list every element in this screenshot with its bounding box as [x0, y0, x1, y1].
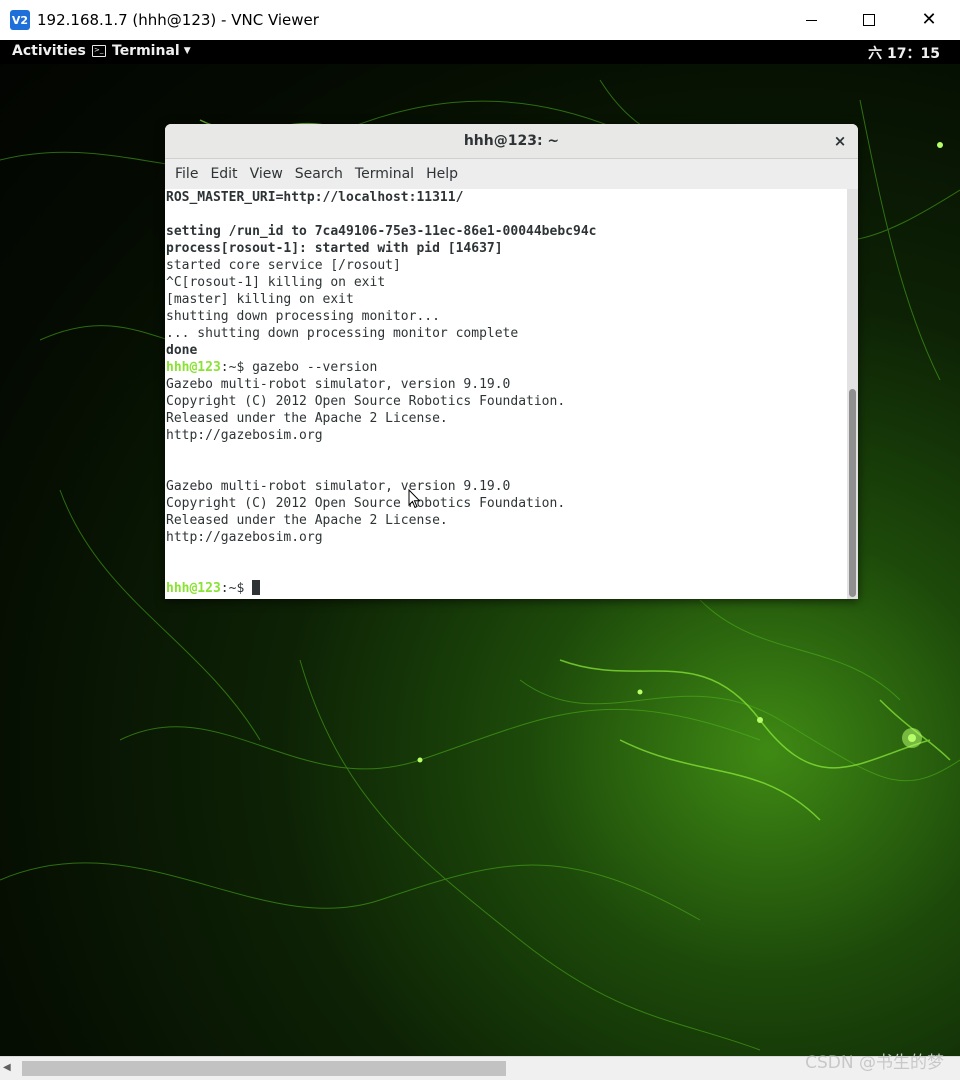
menu-view[interactable]: View [244, 166, 289, 182]
terminal-line: shutting down processing monitor... [166, 309, 440, 324]
chevron-down-icon: ▼ [183, 46, 191, 56]
menu-edit[interactable]: Edit [204, 166, 243, 182]
prompt-user: hhh@123 [166, 360, 221, 375]
prompt-path: :~$ [220, 360, 253, 375]
vnc-window-title: 192.168.1.7 (hhh@123) - VNC Viewer [37, 11, 319, 29]
minimize-icon [805, 19, 817, 21]
mouse-pointer-icon [408, 489, 421, 509]
maximize-button[interactable] [840, 0, 898, 40]
terminal-line: Gazebo multi-robot simulator, version 9.… [166, 377, 511, 392]
app-menu-terminal[interactable]: >_ Terminal ▼ [92, 43, 191, 59]
terminal-line: http://gazebosim.org [166, 428, 323, 443]
terminal-line: ROS_MASTER_URI=http://localhost:11311/ [166, 190, 464, 205]
terminal-line: Released under the Apache 2 License. [166, 513, 448, 528]
maximize-icon [863, 14, 875, 26]
app-menu-label: Terminal [112, 43, 180, 59]
menu-terminal[interactable]: Terminal [349, 166, 420, 182]
terminal-title: hhh@123: ~ [463, 133, 560, 149]
vnc-scroll-thumb[interactable] [22, 1061, 506, 1076]
prompt-command: gazebo --version [252, 360, 378, 375]
terminal-line: Copyright (C) 2012 Open Source Robotics … [166, 394, 566, 409]
terminal-line: Released under the Apache 2 License. [166, 411, 448, 426]
clock[interactable]: 六 17：15 [868, 43, 940, 63]
terminal-prompt-line: hhh@123:~$ gazebo --version [166, 359, 847, 376]
terminal-line: done [166, 343, 198, 358]
minimize-button[interactable] [782, 0, 840, 40]
menu-file[interactable]: File [169, 166, 204, 182]
terminal-line: ... shutting down processing monitor com… [166, 326, 519, 341]
close-icon[interactable]: × [832, 132, 848, 150]
terminal-line: process[rosout-1]: started with pid [146… [166, 241, 503, 256]
terminal-window: hhh@123: ~ × File Edit View Search Termi… [165, 124, 858, 599]
terminal-line: setting /run_id to 7ca49106-75e3-11ec-86… [166, 224, 597, 239]
text-cursor [252, 580, 261, 595]
terminal-line: Copyright (C) 2012 Open Source Robotics … [166, 496, 566, 511]
terminal-menu-bar: File Edit View Search Terminal Help [165, 159, 858, 189]
prompt-user: hhh@123 [166, 581, 221, 596]
activities-button[interactable]: Activities [12, 43, 86, 59]
gnome-top-bar: Activities >_ Terminal ▼ 六 17：15 [0, 40, 960, 64]
close-icon: ✕ [921, 9, 937, 30]
terminal-line: started core service [/rosout] [166, 258, 401, 273]
terminal-line: Gazebo multi-robot simulator, version 9.… [166, 479, 511, 494]
terminal-scroll-thumb[interactable] [849, 389, 856, 597]
terminal-title-bar[interactable]: hhh@123: ~ × [165, 124, 858, 159]
vnc-logo-icon: V2 [10, 10, 30, 30]
terminal-app-icon: >_ [92, 45, 106, 57]
scroll-left-icon[interactable]: ◀ [3, 1062, 11, 1073]
terminal-line: ^C[rosout-1] killing on exit [166, 275, 386, 290]
menu-help[interactable]: Help [420, 166, 464, 182]
prompt-path: :~$ [220, 581, 253, 596]
terminal-line: [master] killing on exit [166, 292, 354, 307]
terminal-output[interactable]: ROS_MASTER_URI=http://localhost:11311/se… [165, 189, 847, 599]
terminal-scrollbar[interactable] [847, 189, 858, 599]
terminal-prompt-line: hhh@123:~$ [166, 580, 847, 597]
menu-search[interactable]: Search [289, 166, 349, 182]
watermark: CSDN @书生的梦 [805, 1053, 944, 1073]
terminal-line: http://gazebosim.org [166, 530, 323, 545]
window-close-button[interactable]: ✕ [900, 0, 958, 40]
